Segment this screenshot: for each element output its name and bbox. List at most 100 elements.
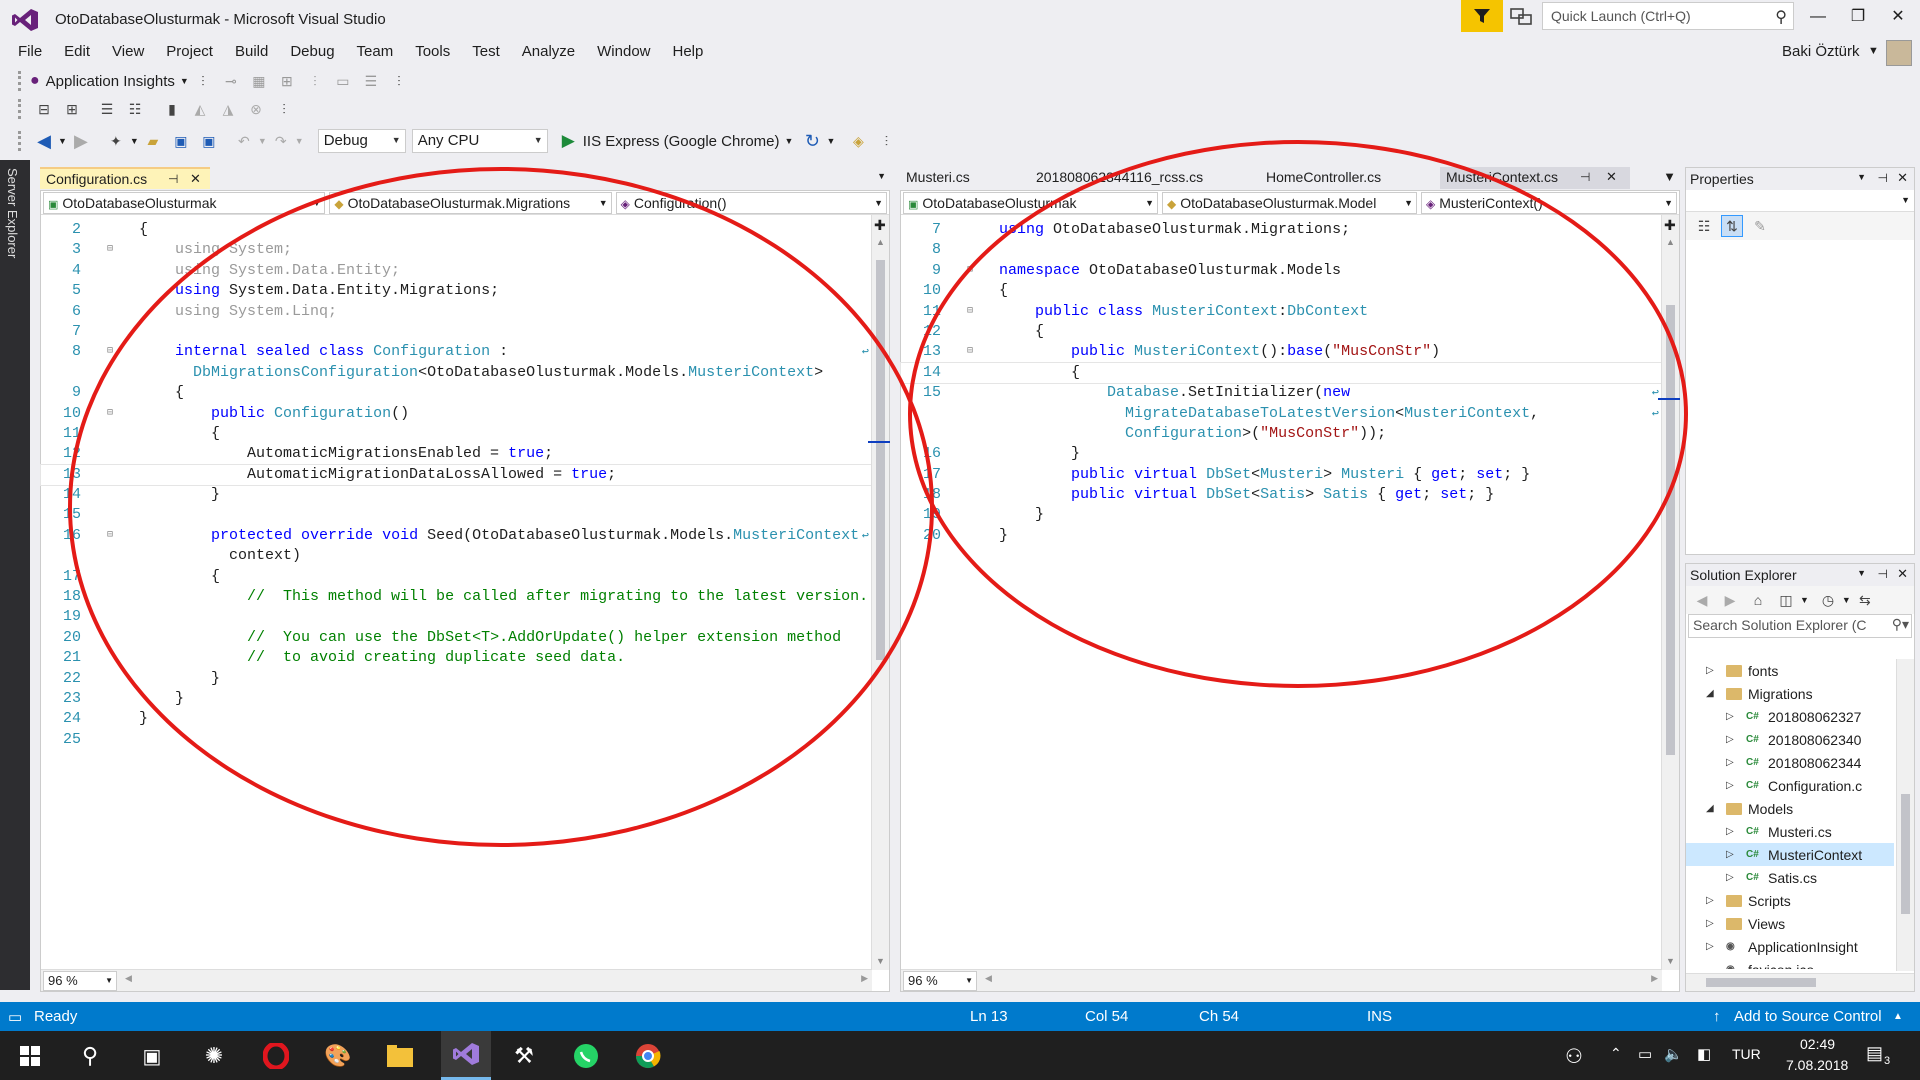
code-line[interactable]: 23 } bbox=[41, 689, 871, 709]
scroll-right-icon[interactable]: ▶ bbox=[861, 973, 868, 984]
outline-gutter[interactable] bbox=[81, 220, 139, 240]
outline-gutter[interactable] bbox=[941, 240, 999, 260]
outline-gutter[interactable]: ⊟ bbox=[941, 261, 999, 281]
expander-icon[interactable]: ◢ bbox=[1706, 688, 1718, 699]
code-editor[interactable]: 2{3 ⊟ using System; 4 using System.Data.En… bbox=[40, 220, 872, 950]
clear-bookmarks-icon[interactable]: ⊗ bbox=[245, 98, 267, 120]
scroll-down-icon[interactable]: ▼ bbox=[1666, 956, 1675, 966]
zoom-select[interactable]: 96 % ▼ bbox=[43, 971, 117, 991]
people-icon[interactable]: ⚇ bbox=[1557, 1039, 1591, 1073]
outline-gutter[interactable] bbox=[941, 485, 999, 505]
code-line[interactable]: 25 bbox=[41, 730, 871, 750]
outline-gutter[interactable] bbox=[81, 709, 139, 729]
outline-gutter[interactable] bbox=[941, 281, 999, 301]
tab-homecontroller-cs[interactable]: HomeController.cs bbox=[1260, 167, 1440, 189]
tab-mustericontext-cs[interactable]: MusteriContext.cs ⊣ ✕ bbox=[1440, 167, 1630, 189]
chevron-down-icon[interactable]: ▼ bbox=[1800, 595, 1809, 605]
expander-icon[interactable]: ▷ bbox=[1726, 849, 1738, 860]
scroll-thumb[interactable] bbox=[1901, 794, 1910, 914]
outline-gutter[interactable] bbox=[941, 444, 999, 464]
tab-list-icon[interactable]: ▼ bbox=[1663, 169, 1676, 184]
code-line[interactable]: 3 ⊟ using System; bbox=[41, 240, 871, 260]
menu-window[interactable]: Window bbox=[586, 40, 661, 66]
refresh-icon[interactable]: ↻ bbox=[801, 130, 823, 152]
code-line[interactable]: 15 Database.SetInitializer(new ↩ bbox=[901, 383, 1661, 403]
code-line[interactable]: 20 // You can use the DbSet<T>.AddOrUpda… bbox=[41, 628, 871, 648]
split-icon[interactable]: ✚ bbox=[1664, 217, 1676, 234]
toolbar-grip[interactable] bbox=[18, 131, 24, 151]
code-line[interactable]: 17 { bbox=[41, 567, 871, 587]
chevron-down-icon[interactable]: ▼ bbox=[1857, 172, 1866, 182]
vertical-scrollbar[interactable]: ✚ ▲ ▼ bbox=[868, 215, 890, 970]
visual-studio-taskbar-icon[interactable] bbox=[441, 1031, 491, 1080]
server-explorer-strip[interactable]: Server Explorer bbox=[0, 160, 30, 990]
menu-view[interactable]: View bbox=[101, 40, 155, 66]
undo-icon[interactable]: ↶ bbox=[233, 130, 255, 152]
code-line[interactable]: 19 bbox=[41, 607, 871, 627]
paint-icon[interactable]: 🎨 bbox=[321, 1039, 355, 1073]
user-name[interactable]: Baki Öztürk bbox=[1782, 43, 1860, 60]
back-icon[interactable]: ◀ bbox=[33, 130, 55, 152]
code-line[interactable]: 14 } bbox=[41, 485, 871, 505]
scroll-up-icon[interactable]: ▲ bbox=[1666, 237, 1675, 247]
outline-gutter[interactable] bbox=[81, 322, 139, 342]
solution-tree-item[interactable]: ▷ fonts bbox=[1686, 659, 1894, 682]
sync-icon[interactable]: ⇆ bbox=[1854, 589, 1876, 611]
scroll-left-icon[interactable]: ◀ bbox=[985, 973, 992, 984]
solution-tree-item[interactable]: ▷ C# 201808062327 bbox=[1686, 705, 1894, 728]
code-line[interactable]: 9 ⊟ namespace OtoDatabaseOlusturmak.Models bbox=[901, 261, 1661, 281]
solution-tree-item[interactable]: ▷ C# Satis.cs bbox=[1686, 866, 1894, 889]
outline-gutter[interactable] bbox=[941, 404, 999, 424]
chevron-down-icon[interactable]: ▼ bbox=[785, 136, 794, 146]
categorized-icon[interactable]: ☷ bbox=[1693, 215, 1715, 237]
save-icon[interactable]: ▣ bbox=[170, 130, 192, 152]
chevron-down-icon[interactable]: ▼ bbox=[1857, 568, 1866, 578]
chevron-down-icon[interactable]: ▼ bbox=[826, 136, 835, 146]
chevron-up-icon[interactable]: ⌃ bbox=[1610, 1045, 1622, 1062]
solution-config-select[interactable]: Debug ▼ bbox=[317, 129, 406, 153]
outline-gutter[interactable] bbox=[81, 261, 139, 281]
quick-launch-input[interactable]: Quick Launch (Ctrl+Q) ⚲ bbox=[1542, 2, 1794, 30]
network-icon[interactable]: ◧ bbox=[1697, 1045, 1711, 1063]
browser-link-icon[interactable]: ◈ bbox=[847, 130, 869, 152]
solution-tree-item[interactable]: ◢ Models bbox=[1686, 797, 1894, 820]
outline-gutter[interactable]: ⊟ bbox=[941, 342, 999, 362]
home-icon[interactable]: ⌂ bbox=[1747, 589, 1769, 611]
pin-icon[interactable]: ⊣ bbox=[1580, 170, 1590, 184]
outline-gutter[interactable] bbox=[941, 383, 999, 403]
scroll-thumb[interactable] bbox=[876, 260, 885, 660]
outline-gutter[interactable] bbox=[941, 526, 999, 546]
menu-debug[interactable]: Debug bbox=[279, 40, 345, 66]
toolbar-grip[interactable] bbox=[18, 71, 24, 91]
solution-tree-item[interactable]: ▷ Views bbox=[1686, 912, 1894, 935]
windows-start-icon[interactable] bbox=[13, 1039, 47, 1073]
sql-icon[interactable]: ⊟ bbox=[33, 98, 55, 120]
battery-icon[interactable]: ▭ bbox=[1638, 1045, 1652, 1063]
code-line[interactable]: 8 ⊟ internal sealed class Configuration :… bbox=[41, 342, 871, 362]
menu-project[interactable]: Project bbox=[155, 40, 224, 66]
code-line[interactable]: 9 { bbox=[41, 383, 871, 403]
code-line[interactable]: 18 // This method will be called after m… bbox=[41, 587, 871, 607]
property-pages-icon[interactable]: ✎ bbox=[1749, 215, 1771, 237]
overflow-icon[interactable]: ⫶ bbox=[875, 130, 897, 152]
notification-filter-icon[interactable] bbox=[1461, 0, 1503, 32]
code-line[interactable]: 13 AutomaticMigrationDataLossAllowed = t… bbox=[40, 463, 872, 487]
expander-icon[interactable]: ▷ bbox=[1726, 826, 1738, 837]
switch-views-icon[interactable]: ◫ bbox=[1775, 589, 1797, 611]
outline-gutter[interactable] bbox=[81, 465, 139, 485]
code-line[interactable]: 12 AutomaticMigrationsEnabled = true; bbox=[41, 444, 871, 464]
outline-gutter[interactable] bbox=[81, 444, 139, 464]
tool-icon[interactable]: ⚒ bbox=[507, 1039, 541, 1073]
indent-icon[interactable]: ☷ bbox=[124, 98, 146, 120]
vertical-scrollbar[interactable] bbox=[1896, 659, 1914, 971]
link-icon[interactable]: ⊸ bbox=[220, 70, 242, 92]
close-window-button[interactable]: ✕ bbox=[1880, 4, 1916, 30]
expander-icon[interactable]: ▷ bbox=[1726, 711, 1738, 722]
outline-gutter[interactable] bbox=[941, 465, 999, 485]
user-dropdown-icon[interactable]: ▼ bbox=[1868, 45, 1879, 57]
overflow-icon[interactable]: ⫶ bbox=[388, 70, 410, 92]
chrome-icon[interactable] bbox=[631, 1039, 665, 1073]
outline-gutter[interactable] bbox=[81, 505, 139, 525]
solution-tree-item[interactable]: ▷ Scripts bbox=[1686, 889, 1894, 912]
outline-gutter[interactable] bbox=[941, 505, 999, 525]
